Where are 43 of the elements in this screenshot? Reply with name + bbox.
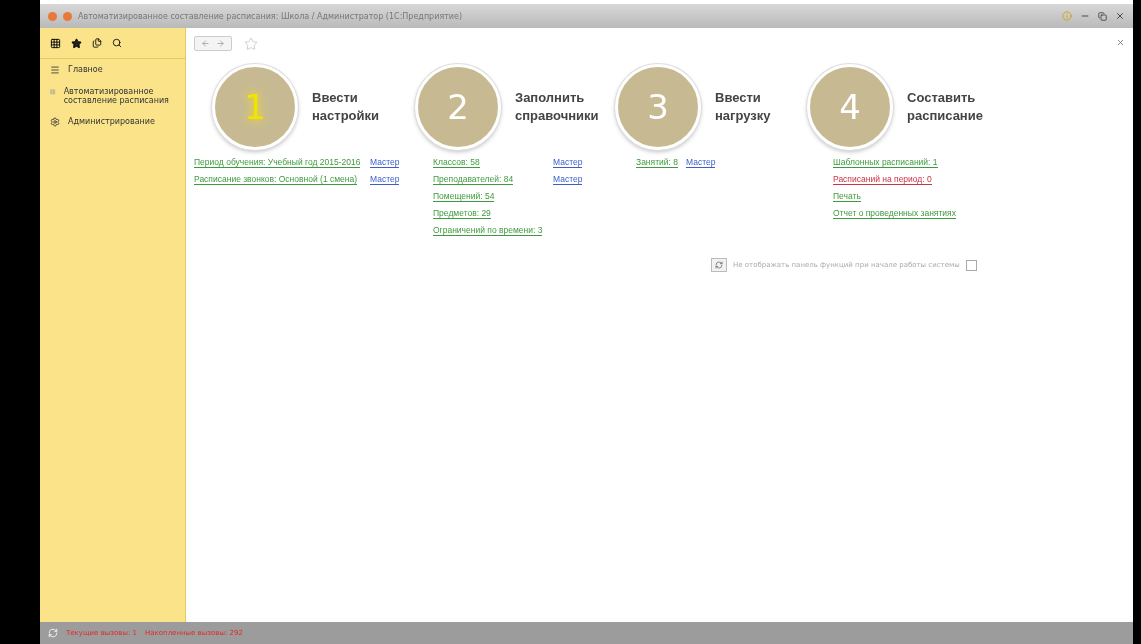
star-icon[interactable] bbox=[244, 36, 258, 51]
link[interactable]: Предметов: 29 bbox=[433, 208, 491, 219]
apps-icon[interactable] bbox=[50, 37, 61, 49]
link[interactable]: Мастер bbox=[370, 174, 400, 185]
link[interactable]: Мастер bbox=[553, 157, 583, 168]
search-icon[interactable] bbox=[112, 38, 122, 48]
step-number: 2 bbox=[415, 64, 501, 150]
link[interactable]: Помещений: 54 bbox=[433, 191, 495, 202]
link[interactable]: Период обучения: Учебный год 2015-2016 bbox=[194, 157, 361, 168]
sidebar-item[interactable]: Автоматизированное составление расписания bbox=[63, 87, 175, 105]
link[interactable]: Мастер bbox=[553, 174, 583, 185]
refresh-button[interactable] bbox=[711, 258, 727, 272]
checkbox[interactable] bbox=[965, 259, 977, 271]
close-icon[interactable] bbox=[1116, 38, 1125, 47]
link[interactable]: Классов: 58 bbox=[433, 157, 480, 168]
sidebar-item[interactable]: Администрирование bbox=[68, 117, 155, 126]
link[interactable]: Расписание звонков: Основной (1 смена) bbox=[194, 174, 358, 185]
step-number: 4 bbox=[807, 64, 893, 150]
star-icon[interactable] bbox=[71, 37, 82, 49]
navigation-buttons[interactable] bbox=[194, 36, 232, 51]
link[interactable]: Преподавателей: 84 bbox=[433, 174, 514, 185]
restore-icon[interactable] bbox=[1098, 11, 1107, 21]
link[interactable]: Занятий: 8 bbox=[636, 157, 678, 168]
link[interactable]: Расписаний на период: 0 bbox=[833, 174, 932, 185]
link[interactable]: Отчет о проведенных занятиях bbox=[833, 208, 956, 219]
link[interactable]: Шаблонных расписаний: 1 bbox=[833, 157, 938, 168]
settings-icon bbox=[50, 117, 60, 127]
step-number: 1 bbox=[212, 64, 298, 150]
link[interactable]: Мастер bbox=[370, 157, 400, 168]
step-title: Ввести настройки bbox=[312, 89, 381, 125]
window-title: Автоматизированное составление расписания: Школа / Администратор (1С:Предприятие) bbox=[78, 11, 464, 21]
step-number: 3 bbox=[615, 64, 701, 150]
step-title: Ввести нагрузку bbox=[715, 89, 772, 125]
refresh-icon bbox=[715, 261, 723, 269]
link[interactable]: Печать bbox=[833, 191, 861, 202]
link[interactable]: Мастер bbox=[686, 157, 716, 168]
link[interactable]: Ограничений по времени: 3 bbox=[433, 225, 543, 236]
step-title: Составить расписание bbox=[907, 89, 984, 125]
app-icon[interactable] bbox=[48, 11, 57, 21]
close-icon[interactable] bbox=[1115, 11, 1125, 21]
grid-icon bbox=[50, 87, 56, 97]
sidebar-item[interactable]: Главное bbox=[68, 65, 103, 74]
step-title: Заполнить справочники bbox=[515, 89, 600, 125]
